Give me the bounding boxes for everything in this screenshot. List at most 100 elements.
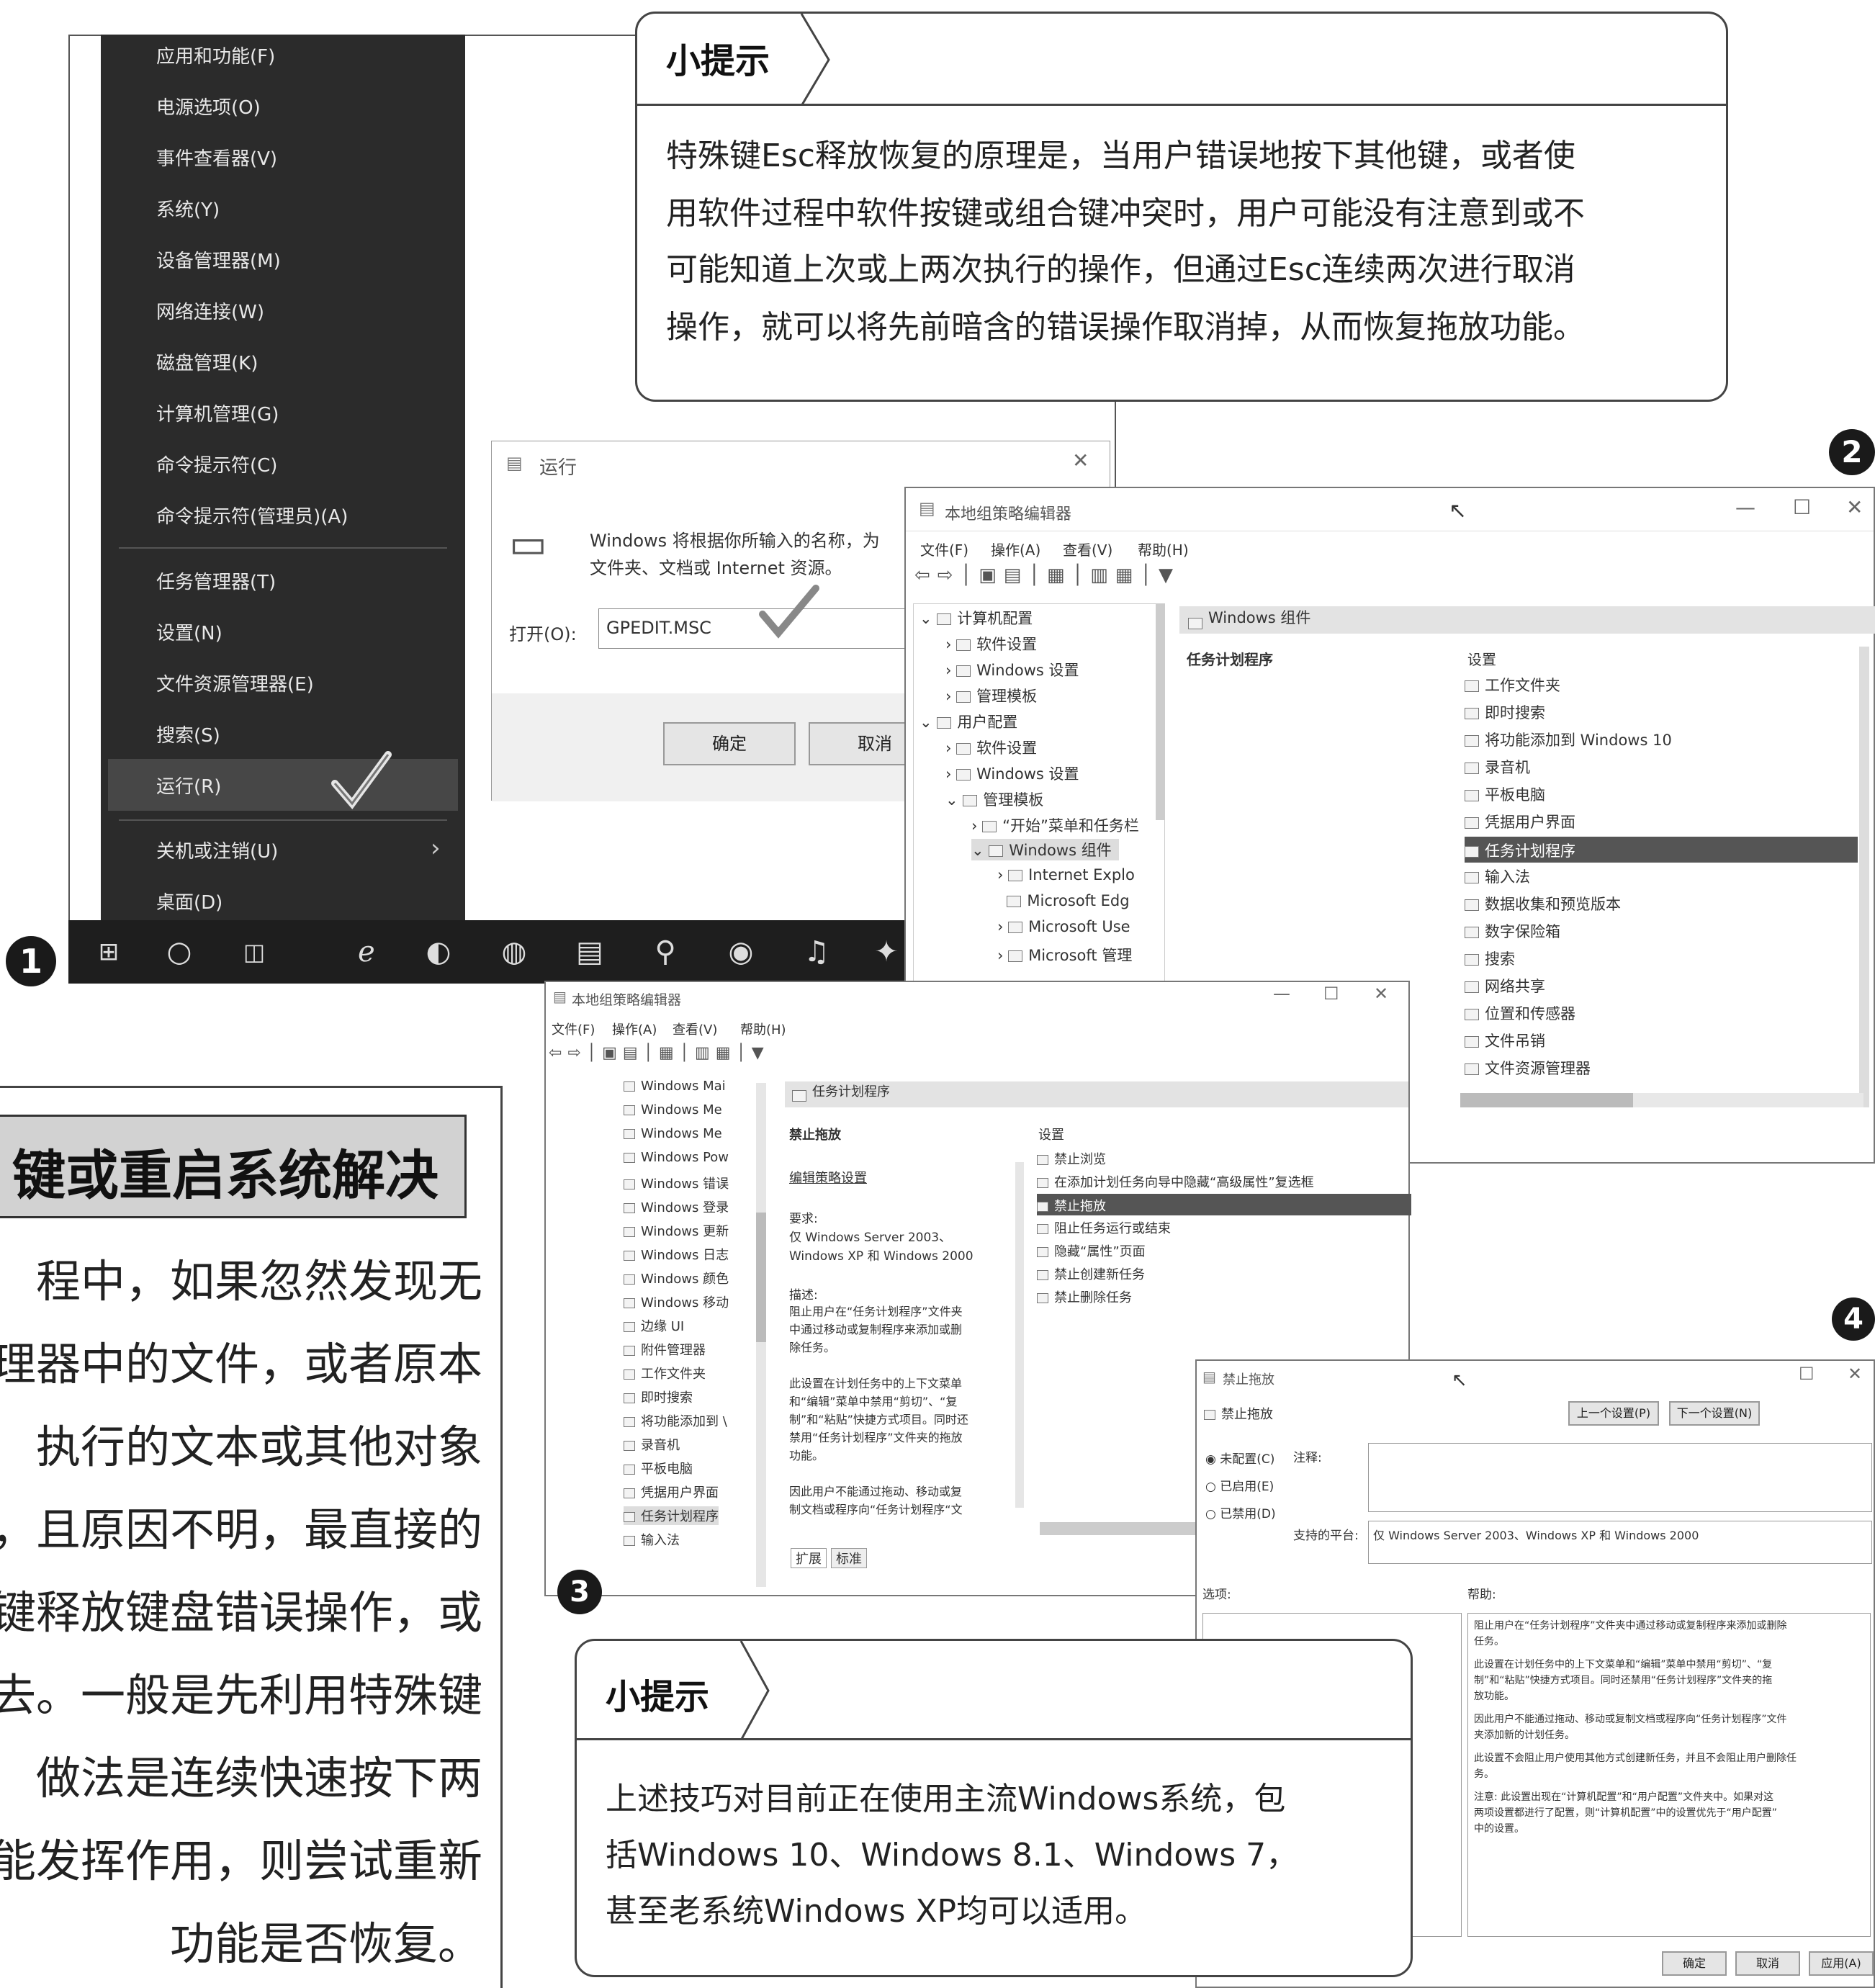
menu-item-run[interactable]: 运行(R) [156,772,221,799]
radio-disabled[interactable]: ○ 已禁用(D) [1205,1503,1276,1521]
maximize-icon[interactable]: ☐ [1793,495,1811,519]
menu-item-event-viewer[interactable]: 事件查看器(V) [156,144,277,171]
tree-item[interactable]: Windows 日志 [624,1245,729,1264]
tree-item[interactable]: 平板电脑 [624,1459,693,1477]
tree-item[interactable]: 工作文件夹 [624,1364,706,1382]
tree-item[interactable]: Windows 错误 [624,1174,729,1192]
list-item[interactable]: 数据收集和预览版本 [1465,893,1621,914]
menu-action[interactable]: 操作(A) [991,539,1040,559]
close-icon[interactable]: ✕ [1846,495,1863,519]
list-item-selected[interactable]: 任务计划程序 [1465,837,1858,863]
apply-button[interactable]: 应用(A) [1809,1951,1874,1976]
menu-help[interactable]: 帮助(H) [740,1020,786,1038]
edge-icon[interactable]: ℯ [348,933,385,971]
tree-item[interactable]: › Microsoft Use [997,918,1130,935]
menu-item-explorer[interactable]: 文件资源管理器(E) [156,670,314,696]
media-icon[interactable]: ◉ [722,933,760,971]
tree-item[interactable]: ⌄ 计算机配置 [919,607,1033,629]
ok-button[interactable]: 确定 [1662,1951,1727,1976]
app-icon[interactable]: ◐ [420,933,457,971]
tree-item[interactable]: Windows 登录 [624,1197,729,1216]
menu-item-search[interactable]: 搜索(S) [156,721,220,747]
menu-item-apps[interactable]: 应用和功能(F) [156,42,275,68]
tree-item[interactable]: Windows Me [624,1102,722,1117]
tree-item[interactable]: Windows 颜色 [624,1269,729,1287]
list-item[interactable]: 文件吊销 [1465,1030,1545,1051]
list-item[interactable]: 搜索 [1465,948,1515,969]
next-setting-button[interactable]: 下一个设置(N) [1669,1401,1760,1426]
tree-item[interactable]: › 软件设置 [945,633,1037,655]
search-icon[interactable]: ⚲ [647,933,684,971]
tree-item[interactable]: 边缘 UI [624,1316,684,1335]
close-icon[interactable]: ✕ [1374,984,1388,1004]
tree-item[interactable]: 将功能添加到 \ [624,1411,727,1430]
list-item[interactable]: 输入法 [1465,865,1530,887]
menu-item-settings[interactable]: 设置(N) [156,619,222,645]
menu-help[interactable]: 帮助(H) [1138,539,1189,559]
menu-item-task-manager[interactable]: 任务管理器(T) [156,567,276,594]
folder-icon[interactable]: ▤ [571,933,608,971]
menu-item-shutdown[interactable]: 关机或注销(U) [156,837,278,863]
tree-item[interactable]: › 管理模板 [945,685,1037,706]
tree-item[interactable]: 输入法 [624,1530,680,1549]
menu-file[interactable]: 文件(F) [920,539,968,559]
list-item-selected[interactable]: 禁止拖放 [1037,1194,1411,1215]
list-item[interactable]: 在添加计划任务向导中隐藏“高级属性”复选框 [1037,1172,1314,1191]
list-item[interactable]: 即时搜索 [1465,701,1545,723]
h-scrollbar[interactable] [1460,1093,1863,1107]
list-item[interactable]: 将功能添加到 Windows 10 [1465,729,1672,750]
tree-item[interactable]: Windows Mai [624,1079,726,1094]
comment-field[interactable] [1368,1443,1872,1512]
list-item[interactable]: 位置和传感器 [1465,1002,1575,1024]
menu-action[interactable]: 操作(A) [612,1020,657,1038]
list-item[interactable]: 凭据用户界面 [1465,811,1575,832]
tree-item[interactable]: 即时搜索 [624,1387,693,1406]
tree-item[interactable]: Windows Me [624,1126,722,1141]
menu-item-disk[interactable]: 磁盘管理(K) [156,348,258,375]
menu-view[interactable]: 查看(V) [1063,539,1112,559]
browser-icon[interactable]: ◍ [495,933,533,971]
maximize-icon[interactable]: ☐ [1323,984,1339,1004]
tree-item[interactable]: ⌄ 管理模板 [945,788,1043,810]
minimize-icon[interactable]: — [1735,495,1755,519]
tree-item[interactable]: › 软件设置 [945,737,1037,758]
tree-item[interactable]: › Microsoft 管理 [997,944,1132,966]
list-item[interactable]: 禁止删除任务 [1037,1287,1132,1306]
ok-button[interactable]: 确定 [663,722,796,765]
tree-item[interactable]: Windows 更新 [624,1221,729,1240]
list-item[interactable]: 禁止创建新任务 [1037,1264,1145,1283]
tree-item[interactable]: › Windows 设置 [945,763,1079,784]
task-view-icon[interactable]: ◫ [235,933,273,971]
tree-scrollbar[interactable] [756,1083,766,1587]
list-item[interactable]: 网络共享 [1465,975,1545,997]
list-item[interactable]: 数字保险箱 [1465,920,1560,942]
menu-item-network[interactable]: 网络连接(W) [156,297,264,324]
tree-item[interactable]: Windows 移动 [624,1292,729,1311]
minimize-icon[interactable]: — [1273,984,1290,1004]
tab-extended[interactable]: 扩展 [791,1548,827,1568]
tree-item-selected[interactable]: ⌄ Windows 组件 [971,839,1119,860]
music-icon[interactable]: ♫ [798,933,835,971]
tree-item[interactable]: Microsoft Edg [997,892,1130,909]
tab-standard[interactable]: 标准 [831,1548,867,1568]
list-item[interactable]: 平板电脑 [1465,783,1545,805]
list-item[interactable]: 工作文件夹 [1465,674,1560,696]
radio-not-configured[interactable]: ◉ 未配置(C) [1205,1449,1274,1467]
cortana-icon[interactable]: ○ [161,933,198,971]
radio-enabled[interactable]: ○ 已启用(E) [1205,1476,1274,1494]
menu-item-system[interactable]: 系统(Y) [156,195,220,222]
edit-policy-link[interactable]: 编辑策略设置 [789,1168,867,1187]
list-item[interactable]: 隐藏“属性”页面 [1037,1241,1146,1260]
tree-item[interactable]: › Internet Explo [997,866,1135,883]
windows-start-icon[interactable]: ⊞ [90,933,127,971]
app2-icon[interactable]: ✦ [868,933,905,971]
menu-item-device-manager[interactable]: 设备管理器(M) [156,246,281,273]
prev-setting-button[interactable]: 上一个设置(P) [1568,1401,1659,1426]
maximize-icon[interactable]: ☐ [1799,1364,1815,1384]
tree-scrollbar[interactable] [1156,604,1164,820]
tree-item[interactable]: 附件管理器 [624,1340,706,1359]
tree-item[interactable]: ⌄ 用户配置 [919,711,1017,732]
list-item[interactable]: 禁止浏览 [1037,1149,1106,1168]
menu-item-cmd-admin[interactable]: 命令提示符(管理员)(A) [156,502,348,529]
tree-item[interactable]: › “开始”菜单和任务栏 [971,814,1139,836]
